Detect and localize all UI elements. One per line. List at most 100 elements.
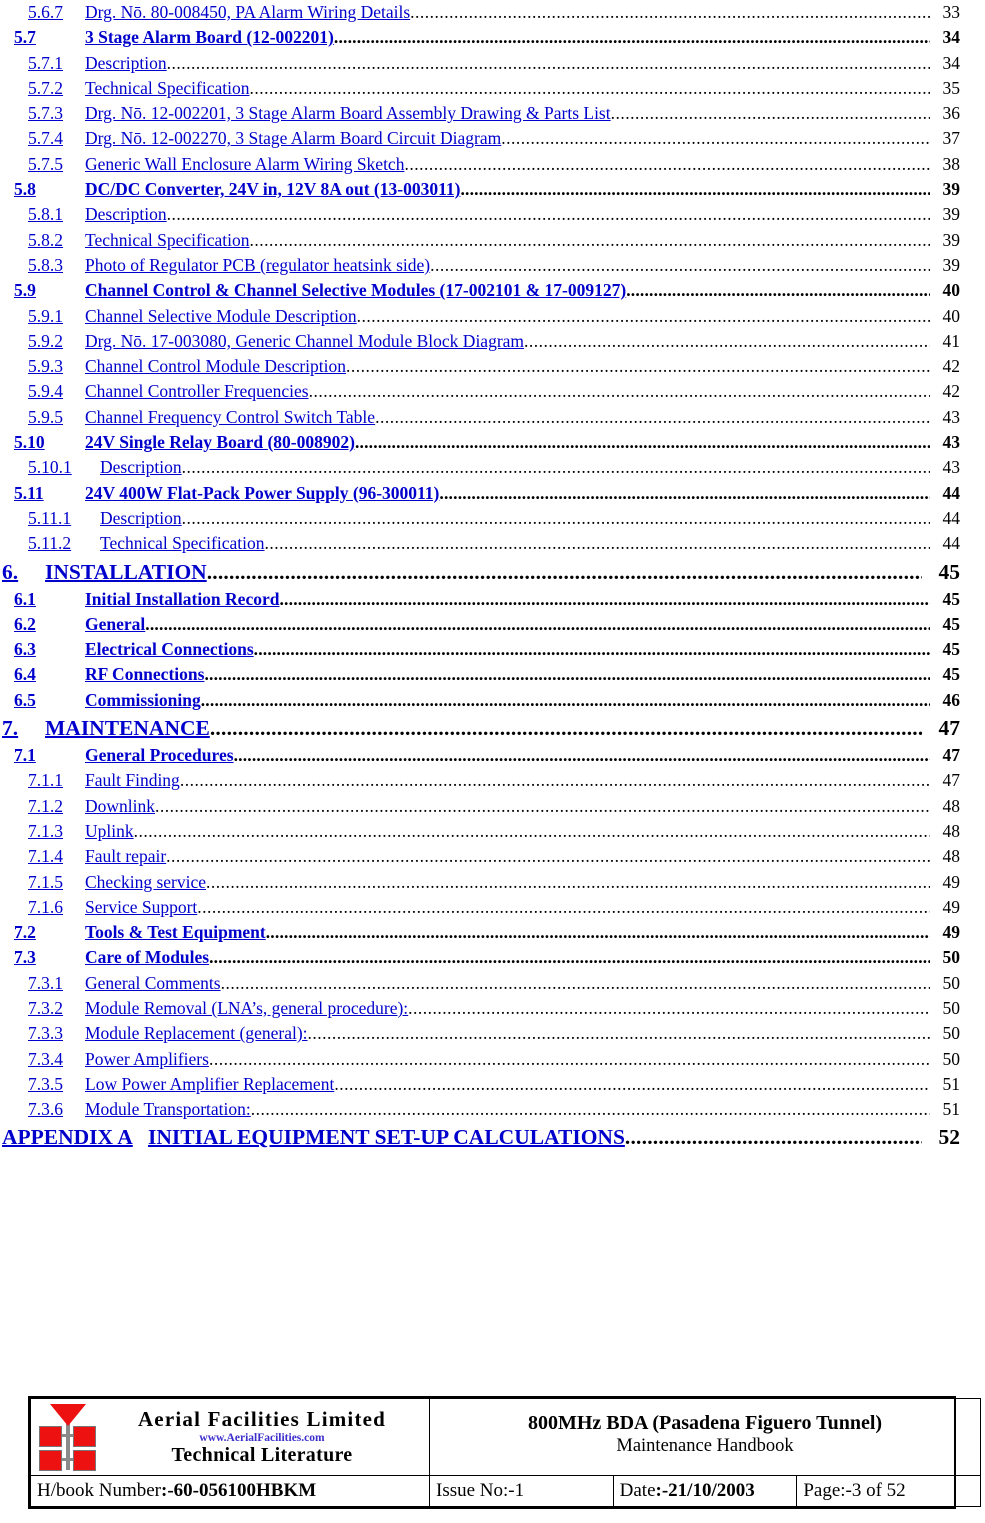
toc-entry-title[interactable]: Generic Wall Enclosure Alarm Wiring Sket… (85, 152, 404, 177)
toc-entry-number[interactable]: 7.3.6 (28, 1097, 85, 1122)
toc-entry-number[interactable]: 7.1.5 (28, 870, 85, 895)
toc-entry-page-number[interactable]: 42 (930, 354, 961, 379)
toc-entry[interactable]: 7.1General Procedures 47 (0, 743, 960, 768)
toc-entry-page-number[interactable]: 47 (930, 743, 961, 768)
toc-entry-title[interactable]: MAINTENANCE (45, 713, 210, 743)
toc-entry[interactable]: 5.8.2Technical Specification 39 (0, 228, 960, 253)
toc-entry[interactable]: 5.6.7 Drg. Nō. 80-008450, PA Alarm Wiring… (0, 0, 960, 25)
toc-entry-page-number[interactable]: 50 (930, 971, 961, 996)
toc-entry-number[interactable]: 5.9.3 (28, 354, 85, 379)
toc-entry-number[interactable]: 5.9.1 (28, 304, 85, 329)
toc-entry-page-number[interactable]: 45 (930, 637, 961, 662)
toc-entry[interactable]: 6.5Commissioning 46 (0, 688, 960, 713)
toc-entry[interactable]: 5.11.2Technical Specification 44 (0, 531, 960, 556)
toc-entry-title[interactable]: Module Replacement (general): (85, 1021, 308, 1046)
toc-entry-title[interactable]: Channel Selective Module Description (85, 304, 357, 329)
toc-entry-title[interactable]: Fault repair (85, 844, 166, 869)
toc-entry[interactable]: 7.3.5Low Power Amplifier Replacement 51 (0, 1072, 960, 1097)
toc-entry-title[interactable]: Drg. Nō. 80-008450, PA Alarm Wiring Deta… (85, 0, 410, 25)
toc-entry-title[interactable]: Description (85, 51, 167, 76)
toc-entry-title[interactable]: Description (85, 202, 167, 227)
toc-entry[interactable]: 5.11.1Description 44 (0, 506, 960, 531)
toc-entry-number[interactable]: 6.4 (14, 662, 85, 687)
toc-entry-title[interactable]: Uplink (85, 819, 134, 844)
toc-entry-page-number[interactable]: 47 (930, 768, 961, 793)
toc-entry-title[interactable]: Description (100, 506, 182, 531)
toc-entry-number[interactable]: 5.11.1 (28, 506, 100, 531)
toc-entry-page-number[interactable]: 48 (930, 819, 961, 844)
toc-entry-page-number[interactable]: 33 (930, 0, 961, 25)
toc-entry-title[interactable]: INITIAL EQUIPMENT SET-UP CALCULATIONS (148, 1122, 625, 1152)
toc-entry-title[interactable]: Channel Frequency Control Switch Table (85, 405, 375, 430)
toc-entry-page-number[interactable]: 34 (930, 51, 961, 76)
toc-entry[interactable]: 7.3.2 Module Removal (LNA’s, general proc… (0, 996, 960, 1021)
toc-entry-page-number[interactable]: 51 (930, 1072, 961, 1097)
toc-entry-page-number[interactable]: 44 (930, 506, 961, 531)
toc-entry[interactable]: 7.MAINTENANCE 47 (0, 713, 960, 743)
toc-entry[interactable]: 5.7.3 Drg. Nō. 12-002201, 3 Stage Alarm B… (0, 101, 960, 126)
toc-entry[interactable]: 5.10.1Description 43 (0, 455, 960, 480)
toc-entry[interactable]: 5.8.3 Photo of Regulator PCB (regulator h… (0, 253, 960, 278)
toc-entry-number[interactable]: 5.8 (14, 177, 85, 202)
toc-entry[interactable]: APPENDIX A INITIAL EQUIPMENT SET-UP CALCU… (0, 1122, 960, 1152)
toc-entry-page-number[interactable]: 48 (930, 794, 961, 819)
toc-entry-number[interactable]: 5.9.2 (28, 329, 85, 354)
toc-entry[interactable]: 7.1.5Checking service 49 (0, 870, 960, 895)
toc-entry-page-number[interactable]: 49 (930, 920, 961, 945)
toc-entry-number[interactable]: 5.7 (14, 25, 85, 50)
toc-entry-page-number[interactable]: 36 (930, 101, 961, 126)
toc-entry[interactable]: 5.1024V Single Relay Board (80-008902) 43 (0, 430, 960, 455)
company-website[interactable]: www.AerialFacilities.com (99, 1432, 425, 1444)
toc-entry-number[interactable]: 5.11.2 (28, 531, 100, 556)
toc-entry[interactable]: 5.9.5 Channel Frequency Control Switch Ta… (0, 405, 960, 430)
toc-entry[interactable]: 5.7.4 Drg. Nō. 12-002270, 3 Stage Alarm B… (0, 126, 960, 151)
toc-entry-title[interactable]: General (85, 612, 145, 637)
toc-entry-number[interactable]: 7.1.4 (28, 844, 85, 869)
toc-entry-page-number[interactable]: 45 (930, 612, 961, 637)
toc-entry-page-number[interactable]: 50 (930, 1047, 961, 1072)
toc-entry-title[interactable]: INSTALLATION (45, 557, 207, 587)
toc-entry-page-number[interactable]: 46 (930, 688, 961, 713)
toc-entry-page-number[interactable]: 44 (930, 481, 961, 506)
toc-entry-title[interactable]: Low Power Amplifier Replacement (85, 1072, 334, 1097)
toc-entry-page-number[interactable]: 39 (930, 202, 961, 227)
toc-entry-page-number[interactable]: 48 (930, 844, 961, 869)
toc-entry-page-number[interactable]: 43 (930, 455, 961, 480)
toc-entry[interactable]: 7.1.1Fault Finding 47 (0, 768, 960, 793)
toc-entry-number[interactable]: 6.5 (14, 688, 85, 713)
toc-entry-title[interactable]: Electrical Connections (85, 637, 254, 662)
toc-entry-number[interactable]: 6.2 (14, 612, 85, 637)
toc-entry-page-number[interactable]: 49 (930, 870, 961, 895)
toc-entry-title[interactable]: Initial Installation Record (85, 587, 279, 612)
toc-entry-title[interactable]: Technical Specification (85, 228, 249, 253)
toc-entry-page-number[interactable]: 50 (930, 945, 961, 970)
toc-entry-page-number[interactable]: 45 (930, 662, 961, 687)
toc-entry-number[interactable]: 5.6.7 (28, 0, 85, 25)
toc-entry[interactable]: 5.9.1 Channel Selective Module Descriptio… (0, 304, 960, 329)
toc-entry-title[interactable]: 24V 400W Flat-Pack Power Supply (96-3000… (85, 481, 439, 506)
toc-entry-title[interactable]: Channel Controller Frequencies (85, 379, 309, 404)
toc-entry-number[interactable]: 5.7.4 (28, 126, 85, 151)
toc-entry-number[interactable]: 7.3.2 (28, 996, 85, 1021)
toc-entry-number[interactable]: 6. (2, 557, 45, 587)
toc-entry-title[interactable]: General Comments (85, 971, 221, 996)
toc-entry-title[interactable]: Drg. Nō. 12-002201, 3 Stage Alarm Board … (85, 101, 611, 126)
toc-entry-number[interactable]: 7.1.1 (28, 768, 85, 793)
toc-entry[interactable]: 7.1.6Service Support 49 (0, 895, 960, 920)
toc-entry-title[interactable]: 24V Single Relay Board (80-008902) (85, 430, 355, 455)
toc-entry-page-number[interactable]: 50 (930, 1021, 961, 1046)
toc-entry-number[interactable]: APPENDIX A (2, 1122, 148, 1152)
toc-entry-title[interactable]: Power Amplifiers (85, 1047, 209, 1072)
toc-entry-number[interactable]: 7.3.3 (28, 1021, 85, 1046)
toc-entry[interactable]: 5.9.2 Drg. Nō. 17-003080, Generic Channel… (0, 329, 960, 354)
toc-entry-number[interactable]: 6.1 (14, 587, 85, 612)
toc-entry-number[interactable]: 7.3 (14, 945, 85, 970)
toc-entry-number[interactable]: 7.1 (14, 743, 85, 768)
toc-entry-number[interactable]: 5.9 (14, 278, 85, 303)
toc-entry-page-number[interactable]: 42 (930, 379, 961, 404)
toc-entry-title[interactable]: Drg. Nō. 17-003080, Generic Channel Modu… (85, 329, 524, 354)
toc-entry-number[interactable]: 5.7.2 (28, 76, 85, 101)
toc-entry-number[interactable]: 5.8.3 (28, 253, 85, 278)
toc-entry-number[interactable]: 7.2 (14, 920, 85, 945)
toc-entry[interactable]: 5.8.1Description 39 (0, 202, 960, 227)
